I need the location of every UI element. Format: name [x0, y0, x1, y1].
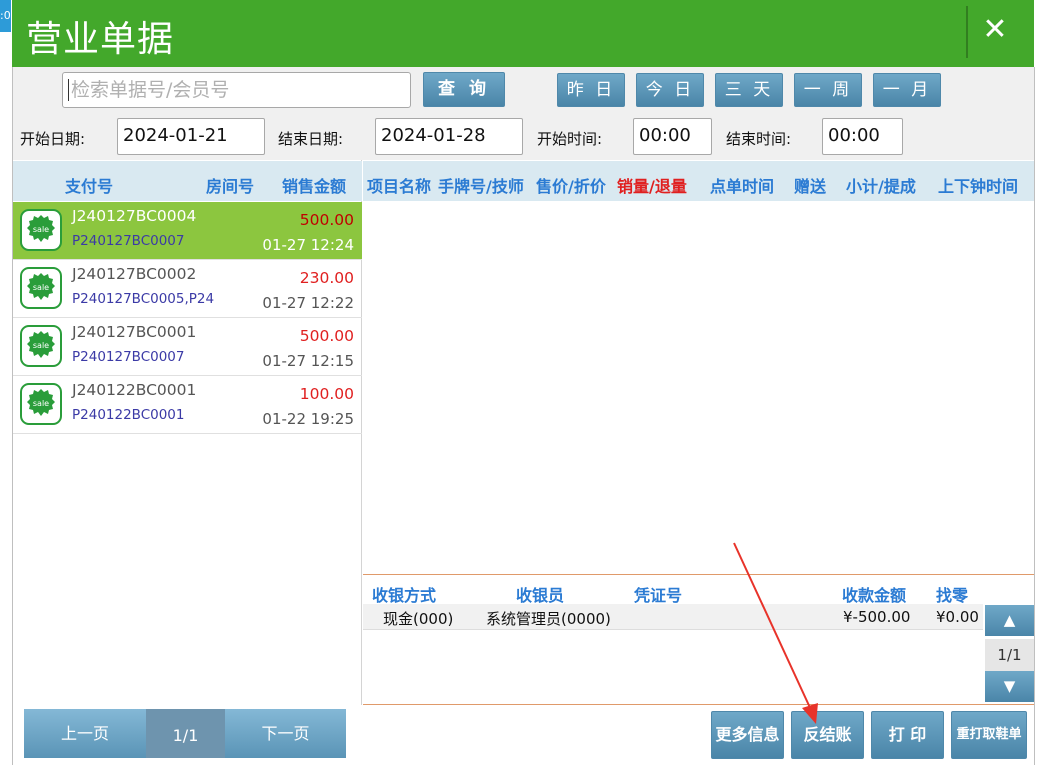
record-time: 01-22 19:25 — [262, 410, 354, 428]
divider — [363, 704, 1034, 705]
end-time-field[interactable]: 00:00 — [822, 118, 903, 155]
scroll-down-button[interactable]: ▼ — [985, 671, 1034, 702]
today-button[interactable]: 今 日 — [636, 73, 704, 107]
prev-page-button[interactable]: 上一页 — [24, 709, 146, 758]
record-row[interactable]: sale J240127BC0002 P240127BC0005,P24 230.00… — [13, 260, 362, 318]
record-time: 01-27 12:15 — [262, 352, 354, 370]
payment-col-voucher: 凭证号 — [634, 586, 683, 605]
next-page-button[interactable]: 下一页 — [225, 709, 346, 758]
bill-no: J240127BC0004 — [72, 207, 197, 225]
more-info-button[interactable]: 更多信息 — [711, 711, 784, 759]
search-input[interactable] — [71, 77, 405, 103]
detail-col-gift: 赠送 — [794, 177, 827, 196]
pay-no: P240127BC0007 — [72, 233, 185, 249]
record-time: 01-27 12:22 — [262, 294, 354, 312]
payment-col-method: 收银方式 — [372, 586, 437, 605]
three-days-button[interactable]: 三 天 — [715, 73, 783, 107]
bill-no: J240127BC0002 — [72, 265, 197, 283]
pay-no: P240127BC0007 — [72, 349, 185, 365]
pay-no-header: 支付号 — [65, 177, 114, 196]
frame-border — [1034, 67, 1035, 765]
start-date-field[interactable]: 2024-01-21 — [117, 118, 265, 155]
payment-col-change: 找零 — [936, 586, 969, 605]
payment-amount-cell: ¥-500.00 — [843, 608, 911, 626]
edge-tab: :0 — [0, 0, 11, 32]
payment-change-cell: ¥0.00 — [936, 608, 979, 626]
one-month-button[interactable]: 一 月 — [873, 73, 941, 107]
record-row[interactable]: sale J240122BC0001 P240122BC0001 100.00 01-2… — [13, 376, 362, 434]
up-arrow-icon: ▲ — [1003, 611, 1016, 629]
sale-badge-icon: sale — [20, 209, 62, 251]
yesterday-button[interactable]: 昨 日 — [557, 73, 625, 107]
pay-no: P240122BC0001 — [72, 407, 185, 423]
payment-method-cell: 现金(000) — [383, 610, 454, 628]
sale-badge-icon: sale — [20, 325, 62, 367]
sales-amount-header: 销售金额 — [282, 177, 347, 196]
end-time-label: 结束时间: — [726, 130, 792, 148]
detail-col-subtotal: 小计/提成 — [846, 177, 916, 196]
pay-no: P240127BC0005,P24 — [72, 291, 215, 307]
payment-col-cashier: 收银员 — [516, 586, 565, 605]
detail-col-item-name: 项目名称 — [367, 177, 432, 196]
record-row[interactable]: sale J240127BC0001 P240127BC0007 500.00 01-2… — [13, 318, 362, 376]
payment-page-indicator: 1/1 — [985, 639, 1034, 671]
record-row[interactable]: sale J240127BC0004 P240127BC0007 500.00 01-2… — [13, 202, 362, 260]
sales-amount: 500.00 — [299, 211, 354, 229]
text-caret — [68, 79, 69, 101]
reverse-checkout-button[interactable]: 反结账 — [791, 711, 864, 759]
sale-badge-icon: sale — [20, 267, 62, 309]
start-time-label: 开始时间: — [537, 130, 603, 148]
record-time: 01-27 12:24 — [262, 236, 354, 254]
sales-amount: 500.00 — [299, 327, 354, 345]
start-date-label: 开始日期: — [20, 130, 86, 148]
svg-text:sale: sale — [33, 399, 49, 408]
payment-col-amount: 收款金额 — [842, 586, 907, 605]
bill-no: J240122BC0001 — [72, 381, 197, 399]
detail-col-tag-tech: 手牌号/技师 — [438, 177, 524, 196]
detail-col-price: 售价/折价 — [536, 177, 606, 196]
down-arrow-icon: ▼ — [1003, 677, 1016, 695]
search-box — [62, 72, 411, 108]
one-week-button[interactable]: 一 周 — [794, 73, 862, 107]
end-date-field[interactable]: 2024-01-28 — [375, 118, 523, 155]
detail-col-qty: 销量/退量 — [617, 177, 687, 196]
reprint-shoe-ticket-button[interactable]: 重打取鞋单 — [951, 711, 1027, 759]
sales-amount: 230.00 — [299, 269, 354, 287]
print-button[interactable]: 打 印 — [871, 711, 944, 759]
window-title: 营业单据 — [26, 19, 175, 60]
room-no-header: 房间号 — [206, 177, 255, 196]
close-icon[interactable]: ✕ — [966, 8, 1024, 52]
payment-cashier-cell: 系统管理员(0000) — [486, 610, 611, 628]
end-date-label: 结束日期: — [278, 130, 344, 148]
sale-badge-icon: sale — [20, 383, 62, 425]
scroll-up-button[interactable]: ▲ — [985, 605, 1034, 636]
sales-amount: 100.00 — [299, 385, 354, 403]
divider — [363, 574, 1034, 575]
svg-text:sale: sale — [33, 283, 49, 292]
svg-text:sale: sale — [33, 225, 49, 234]
start-time-field[interactable]: 00:00 — [633, 118, 712, 155]
page-indicator: 1/1 — [146, 709, 225, 758]
detail-col-clock-time: 上下钟时间 — [938, 177, 1019, 196]
query-button[interactable]: 查 询 — [423, 72, 505, 107]
svg-text:sale: sale — [33, 341, 49, 350]
bill-no: J240127BC0001 — [72, 323, 197, 341]
detail-col-order-time: 点单时间 — [710, 177, 775, 196]
